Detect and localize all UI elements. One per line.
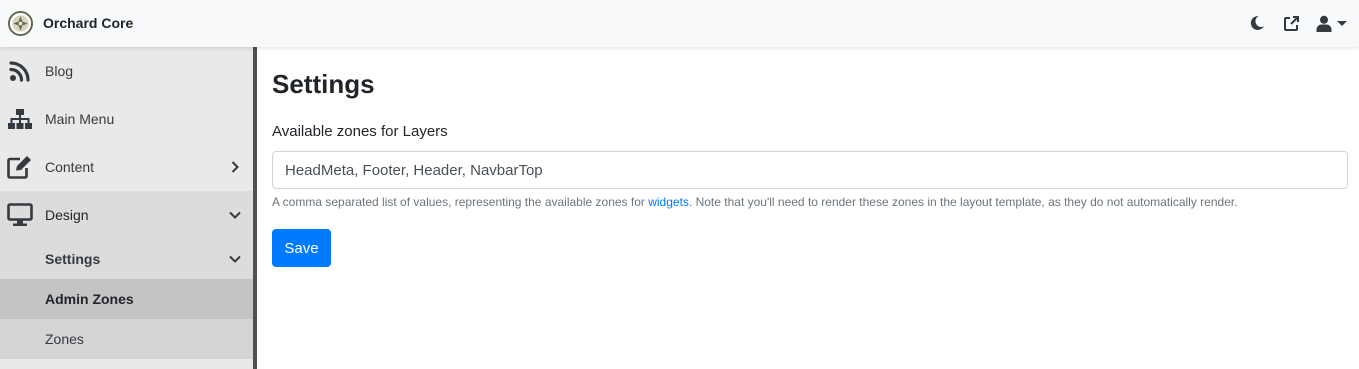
desktop-icon [7,203,33,227]
chevron-down-icon [229,255,241,263]
chevron-right-icon [231,161,239,173]
sidebar-item-main-menu[interactable]: Main Menu [0,95,253,143]
page-title: Settings [272,69,375,99]
help-text-suffix: . Note that you'll need to render these … [688,195,1238,209]
save-button[interactable]: Save [272,229,331,267]
user-icon [1316,15,1332,32]
sidebar-subitem-label: Zones [45,331,84,347]
help-text-prefix: A comma separated list of values, repres… [272,195,649,209]
rss-icon [7,59,33,83]
edit-icon [7,155,33,179]
sidebar-subitem-settings[interactable]: Settings [0,239,253,279]
sidebar-subitem-zones[interactable]: Zones [0,319,253,359]
sidebar-item-design[interactable]: Design [0,191,253,239]
top-navbar: Orchard Core [0,0,1359,47]
sidebar-subitem-label: Settings [45,251,101,267]
sidebar-subitem-admin-zones[interactable]: Admin Zones [0,279,253,319]
widgets-link[interactable]: widgets [648,195,689,209]
sitemap-icon [7,107,33,131]
user-menu-button[interactable] [1316,15,1347,32]
chevron-down-icon [229,211,241,219]
sidebar-subitem-label: Admin Zones [45,291,134,307]
theme-toggle-button[interactable] [1246,12,1268,34]
sidebar-item-label: Content [45,159,95,175]
visit-site-button[interactable] [1280,12,1302,34]
external-link-icon [1283,15,1299,31]
zones-help-text: A comma separated list of values, repres… [272,195,1238,209]
sidebar-item-label: Main Menu [45,111,115,127]
sidebar: Blog Main Menu Content Design Settings A… [0,47,253,369]
sidebar-item-content[interactable]: Content [0,143,253,191]
brand[interactable]: Orchard Core [8,10,133,36]
brand-title: Orchard Core [43,15,134,31]
orchard-core-logo [8,10,33,36]
sidebar-divider[interactable] [253,47,257,369]
sidebar-item-label: Design [45,207,89,223]
zones-input[interactable] [272,151,1348,189]
sidebar-item-blog[interactable]: Blog [0,47,253,95]
caret-down-icon [1337,20,1347,26]
sidebar-item-label: Blog [45,63,74,79]
moon-icon [1250,16,1264,30]
zones-field-label: Available zones for Layers [272,123,448,140]
